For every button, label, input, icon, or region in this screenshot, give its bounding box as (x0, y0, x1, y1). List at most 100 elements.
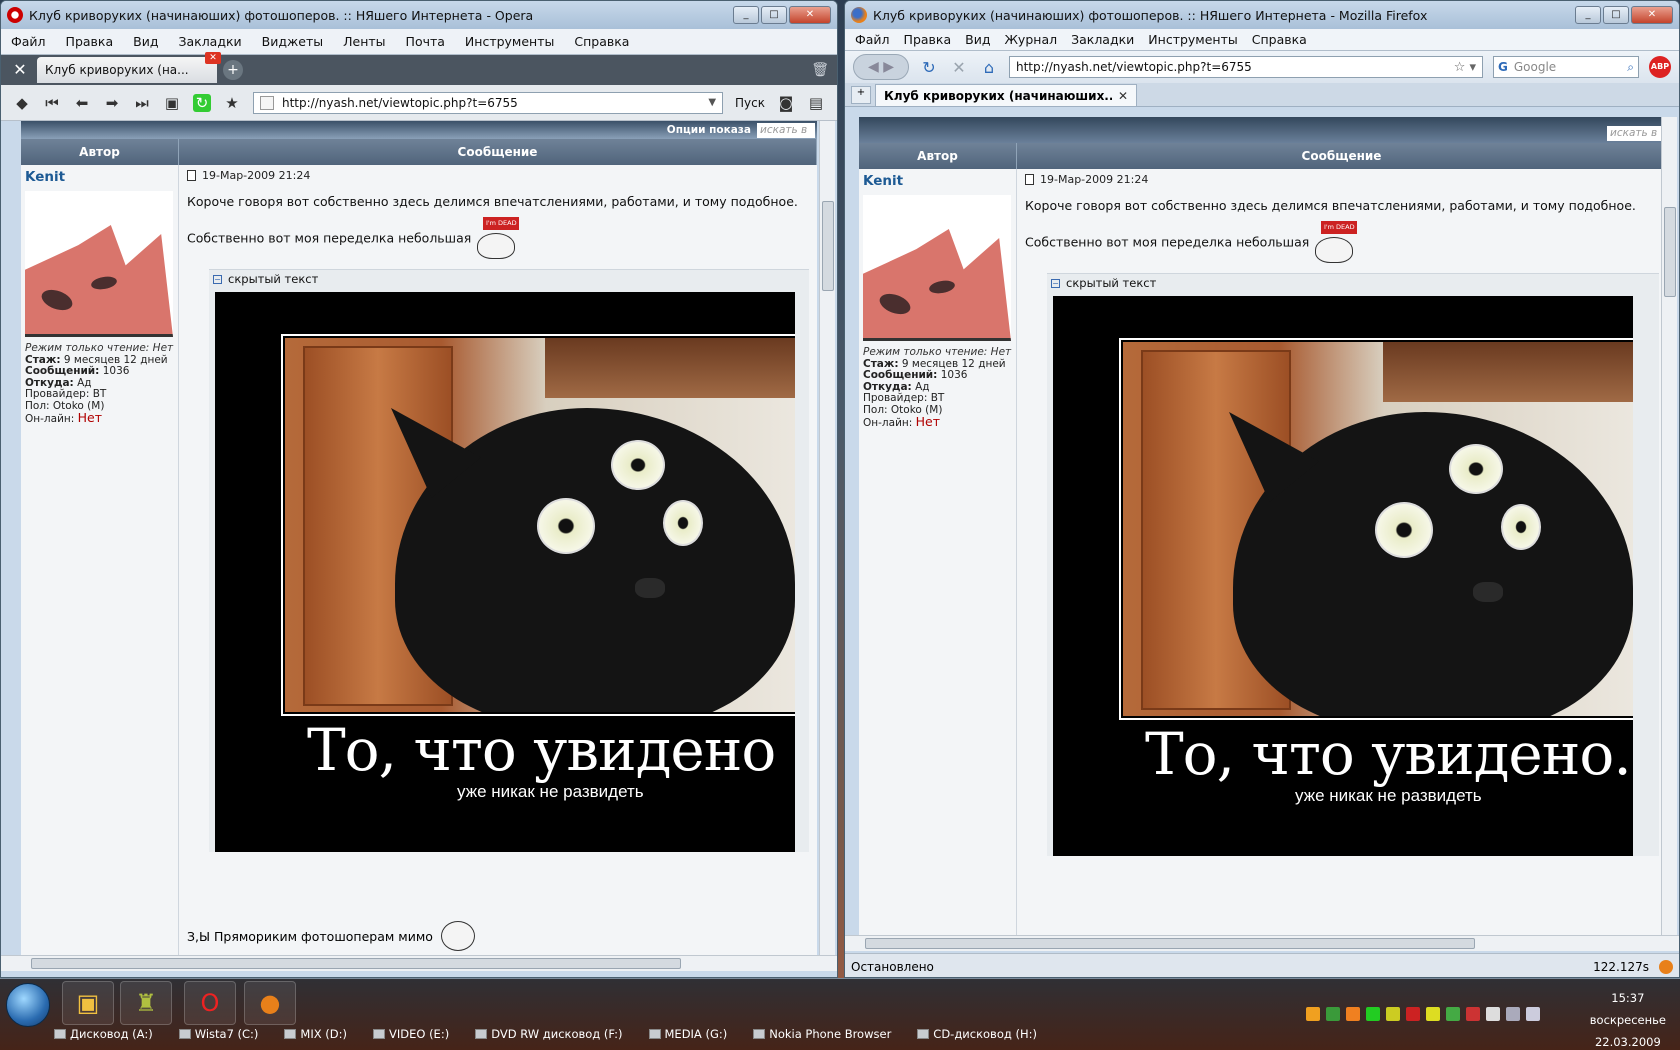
back-icon[interactable]: ⬅ (73, 94, 91, 112)
go-button[interactable]: Пуск (735, 96, 765, 110)
camera-icon[interactable]: ◙ (777, 94, 795, 112)
reload-icon[interactable]: ↻ (193, 93, 211, 112)
firefox-status-icon[interactable] (1659, 959, 1673, 974)
clock[interactable]: 15:37 воскресенье 22.03.2009 (1590, 987, 1666, 1050)
author-info: Режим только чтение: Нет Стаж: 9 месяцев… (25, 342, 174, 425)
app-tray-icon[interactable] (1326, 1007, 1340, 1021)
opera-address-bar[interactable]: http://nyash.net/viewtopic.php?t=6755 ▼ (253, 91, 724, 114)
firefox-tab[interactable]: Клуб криворуких (начинаюших... ✕ (875, 84, 1137, 106)
stop-icon[interactable]: ✕ (949, 58, 969, 77)
forward-icon[interactable]: ➡ (103, 94, 121, 112)
app-pinned-icon[interactable]: ♜ (120, 981, 172, 1025)
forum-search-input[interactable]: искать в (757, 122, 815, 138)
menu-bookmarks[interactable]: Закладки (178, 34, 241, 49)
tab-close-icon[interactable]: ✕ (1118, 89, 1128, 103)
drive-g[interactable]: MEDIA (G:) (648, 1027, 727, 1041)
home-icon[interactable]: ⌂ (979, 58, 999, 77)
spoiler-toggle[interactable]: − скрытый текст (1047, 274, 1659, 292)
menu-view[interactable]: Вид (965, 32, 990, 47)
menu-view[interactable]: Вид (133, 34, 158, 49)
minimize-button[interactable]: _ (1575, 6, 1601, 24)
menu-help[interactable]: Справка (1252, 32, 1307, 47)
nokia-phone-browser[interactable]: Nokia Phone Browser (753, 1027, 891, 1041)
clover-icon[interactable] (1366, 1007, 1380, 1021)
opera-pinned-icon[interactable]: O (184, 981, 236, 1025)
panel-toggle-icon[interactable]: ▤ (807, 94, 825, 112)
wrench-icon[interactable]: ✕ (9, 59, 31, 81)
collapse-icon[interactable]: − (213, 274, 222, 284)
drive-e[interactable]: VIDEO (E:) (372, 1027, 449, 1041)
firefox-horizontal-scrollbar[interactable] (845, 935, 1679, 951)
maximize-button[interactable]: □ (1603, 6, 1629, 24)
back-forward-button[interactable]: ◀ ▶ (853, 54, 909, 80)
menu-mail[interactable]: Почта (406, 34, 445, 49)
menu-edit[interactable]: Правка (66, 34, 114, 49)
chevron-down-icon[interactable]: ▼ (708, 97, 716, 108)
menu-history[interactable]: Журнал (1004, 32, 1057, 47)
google-icon[interactable]: G (1498, 60, 1508, 74)
forum-search-input[interactable]: искать в (1607, 125, 1665, 141)
adblock-icon[interactable]: ABP (1649, 56, 1671, 78)
firefox-titlebar[interactable]: Клуб криворуких (начинаюших) фотошоперов… (845, 1, 1679, 29)
flag-icon[interactable] (1486, 1007, 1500, 1021)
minimize-button[interactable]: _ (733, 6, 759, 24)
opera-tray-icon[interactable] (1466, 1007, 1480, 1021)
save-icon[interactable]: ▣ (163, 94, 181, 112)
collapse-icon[interactable]: − (1051, 278, 1060, 288)
search-icon[interactable]: ⌕ (1627, 60, 1634, 75)
opera-titlebar[interactable]: Клуб криворуких (начинаюших) фотошоперов… (1, 1, 837, 29)
explorer-pinned-icon[interactable]: ▣ (62, 981, 114, 1025)
menu-help[interactable]: Справка (574, 34, 629, 49)
firefox-search-box[interactable]: G Google ⌕ (1493, 56, 1639, 78)
menu-tools[interactable]: Инструменты (1148, 32, 1237, 47)
opera-tab[interactable]: Клуб криворуких (на... ✕ (37, 52, 221, 83)
folder-tray-icon[interactable] (1346, 1007, 1360, 1021)
bookmark-star-icon[interactable]: ☆ ▾ (1454, 60, 1476, 75)
reload-icon[interactable]: ↻ (919, 58, 939, 77)
tray-icon-7[interactable] (1426, 1007, 1440, 1021)
close-button[interactable]: ✕ (1631, 6, 1673, 24)
demotivator-subtitle: уже никак не развидеть (1295, 786, 1482, 805)
panels-icon[interactable]: ◆ (13, 94, 31, 112)
drive-f[interactable]: DVD RW дисковод (F:) (475, 1027, 623, 1041)
maximize-button[interactable]: □ (761, 6, 787, 24)
fast-forward-icon[interactable]: ⏭ (133, 94, 151, 112)
tray-icon-6[interactable] (1406, 1007, 1420, 1021)
post-text-1: Короче говоря вот собственно здесь делим… (1025, 198, 1636, 213)
opera-horizontal-scrollbar[interactable] (1, 955, 837, 971)
firefox-address-bar[interactable]: http://nyash.net/viewtopic.php?t=6755 ☆ … (1009, 56, 1483, 78)
tray-icon-5[interactable] (1386, 1007, 1400, 1021)
media-icon[interactable] (1306, 1007, 1320, 1021)
menu-file[interactable]: Файл (855, 32, 890, 47)
view-options-link[interactable]: Опции показа (667, 124, 751, 136)
drive-h[interactable]: CD-дисковод (H:) (917, 1027, 1037, 1041)
spoiler-toggle[interactable]: − скрытый текст (209, 270, 809, 288)
firefox-pinned-icon[interactable]: ● (244, 981, 296, 1025)
menu-bookmarks[interactable]: Закладки (1071, 32, 1134, 47)
menu-widgets[interactable]: Виджеты (262, 34, 323, 49)
author-name-link[interactable]: Kenit (863, 173, 1012, 189)
drive-d[interactable]: MIX (D:) (284, 1027, 347, 1041)
tray-icon-8[interactable] (1446, 1007, 1460, 1021)
opera-vertical-scrollbar[interactable] (819, 121, 835, 955)
firefox-vertical-scrollbar[interactable] (1661, 117, 1677, 935)
rewind-icon[interactable]: ⏮ (43, 94, 61, 112)
trash-icon[interactable]: 🗑 (811, 62, 829, 78)
drive-a[interactable]: Дисковод (A:) (54, 1027, 153, 1041)
close-button[interactable]: ✕ (789, 6, 831, 24)
load-timer: 122.127s (1593, 959, 1649, 974)
author-name-link[interactable]: Kenit (25, 169, 174, 185)
menu-tools[interactable]: Инструменты (465, 34, 554, 49)
start-button[interactable] (6, 983, 50, 1027)
new-tab-button[interactable]: + (223, 60, 243, 80)
network-icon[interactable] (1506, 1007, 1520, 1021)
menu-edit[interactable]: Правка (904, 32, 952, 47)
volume-icon[interactable] (1526, 1007, 1540, 1021)
drive-c[interactable]: Wista7 (C:) (178, 1027, 258, 1041)
menu-feeds[interactable]: Ленты (343, 34, 385, 49)
bookmark-star-icon[interactable]: ★ (223, 94, 241, 112)
screaming-smiley-icon (440, 921, 475, 951)
menu-file[interactable]: Файл (11, 34, 46, 49)
tab-close-icon[interactable]: ✕ (205, 52, 221, 64)
new-tab-button[interactable]: + (851, 86, 871, 104)
